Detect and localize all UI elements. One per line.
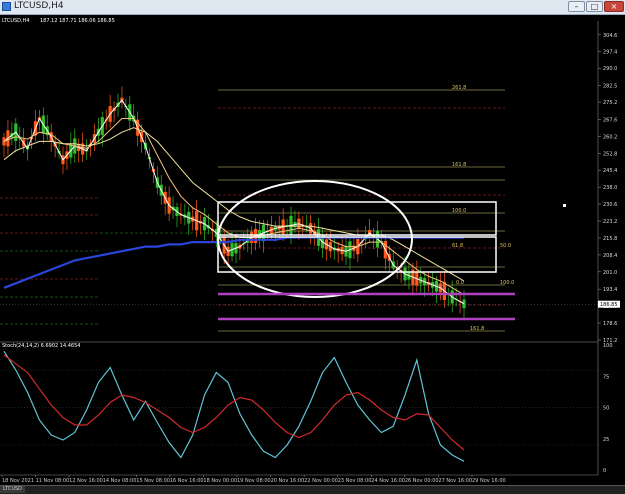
time-tick-label: 18 Nov 00:00: [203, 478, 237, 484]
window-titlebar[interactable]: LTCUSD,H4 – □ ×: [0, 0, 625, 15]
time-tick-label: 20 Nov 16:00: [271, 478, 305, 484]
indicator-tick-label: 0: [603, 468, 606, 474]
indicator-tick-label: 100: [603, 343, 613, 349]
price-tick-label: 290.0: [603, 66, 617, 72]
price-tick-label: 252.8: [603, 151, 617, 157]
time-tick-label: 27 Nov 16:00: [438, 478, 472, 484]
price-tick-label: 215.8: [603, 236, 617, 242]
marker-dot: [563, 204, 566, 207]
chart-tab-ltcusd[interactable]: LTCUSD: [0, 486, 26, 493]
fib-level-label: 100.0: [500, 280, 514, 286]
price-tick-label: 223.2: [603, 219, 617, 225]
indicator-tick-label: 50: [603, 406, 609, 412]
chart-window: LTCUSD,H4 – □ × LTCUSD,H4 187.12 187.71 …: [0, 0, 625, 494]
indicator-title: Stoch(24,14,2) 6.6902 14.4654: [2, 343, 80, 349]
price-tick-label: 201.0: [603, 270, 617, 276]
candle-body: [462, 299, 466, 309]
time-tick-label: 16 Nov 16:00: [170, 478, 204, 484]
time-tick-label: 19 Nov 08:00: [237, 478, 271, 484]
maximize-button[interactable]: □: [586, 1, 603, 12]
time-tick-label: 26 Nov 00:00: [405, 478, 439, 484]
ohlc-readout: 187.12 187.71 186.06 186.85: [40, 18, 115, 24]
price-tick-label: 304.6: [603, 33, 617, 39]
price-tick-label: 245.4: [603, 168, 617, 174]
price-tick-label: 208.4: [603, 253, 617, 259]
time-tick-label: 18 Nov 2021: [2, 478, 34, 484]
price-tick-label: 238.0: [603, 185, 617, 191]
time-tick-label: 23 Nov 08:00: [338, 478, 372, 484]
price-tick-label: 267.6: [603, 117, 617, 123]
indicator-tick-label: 25: [603, 437, 609, 443]
price-tick-label: 230.6: [603, 202, 617, 208]
price-tick-label: 260.2: [603, 134, 617, 140]
fib-level-label: 161.8: [452, 162, 466, 168]
price-tick-label: 275.2: [603, 100, 617, 106]
time-tick-label: 12 Nov 16:00: [69, 478, 103, 484]
price-tick-label: 193.4: [603, 287, 617, 293]
time-tick-label: 22 Nov 00:00: [304, 478, 338, 484]
price-tick-label: 282.5: [603, 83, 617, 89]
chart-background: [0, 15, 625, 485]
price-tick-label: 297.4: [603, 49, 617, 55]
app-icon: [2, 2, 11, 11]
fib-level-label: 0.0: [456, 280, 464, 286]
indicator-tick-label: 75: [603, 374, 609, 380]
time-tick-label: 11 Nov 08:00: [36, 478, 70, 484]
time-tick-label: 15 Nov 08:00: [136, 478, 170, 484]
time-tick-label: 29 Nov 16:00: [472, 478, 506, 484]
price-tick-label: 178.6: [603, 321, 617, 327]
fib-level-label: 61.8: [452, 243, 463, 249]
time-tick-label: 24 Nov 16:00: [371, 478, 405, 484]
window-title: LTCUSD,H4: [14, 1, 64, 11]
close-button[interactable]: ×: [604, 1, 624, 12]
minimize-button[interactable]: –: [568, 1, 585, 12]
chart-canvas[interactable]: LTCUSD,H4 187.12 187.71 186.06 186.85 30…: [0, 15, 625, 485]
chart-title: LTCUSD,H4: [2, 18, 30, 24]
fib-level-label: 100.0: [452, 208, 466, 214]
fib-level-label: 261.8: [452, 85, 466, 91]
current-price-label: 186.85: [600, 302, 618, 308]
fib-level-label: 161.8: [470, 326, 484, 332]
time-tick-label: 14 Nov 08:00: [103, 478, 137, 484]
fib-level-label: 50.0: [500, 243, 511, 249]
